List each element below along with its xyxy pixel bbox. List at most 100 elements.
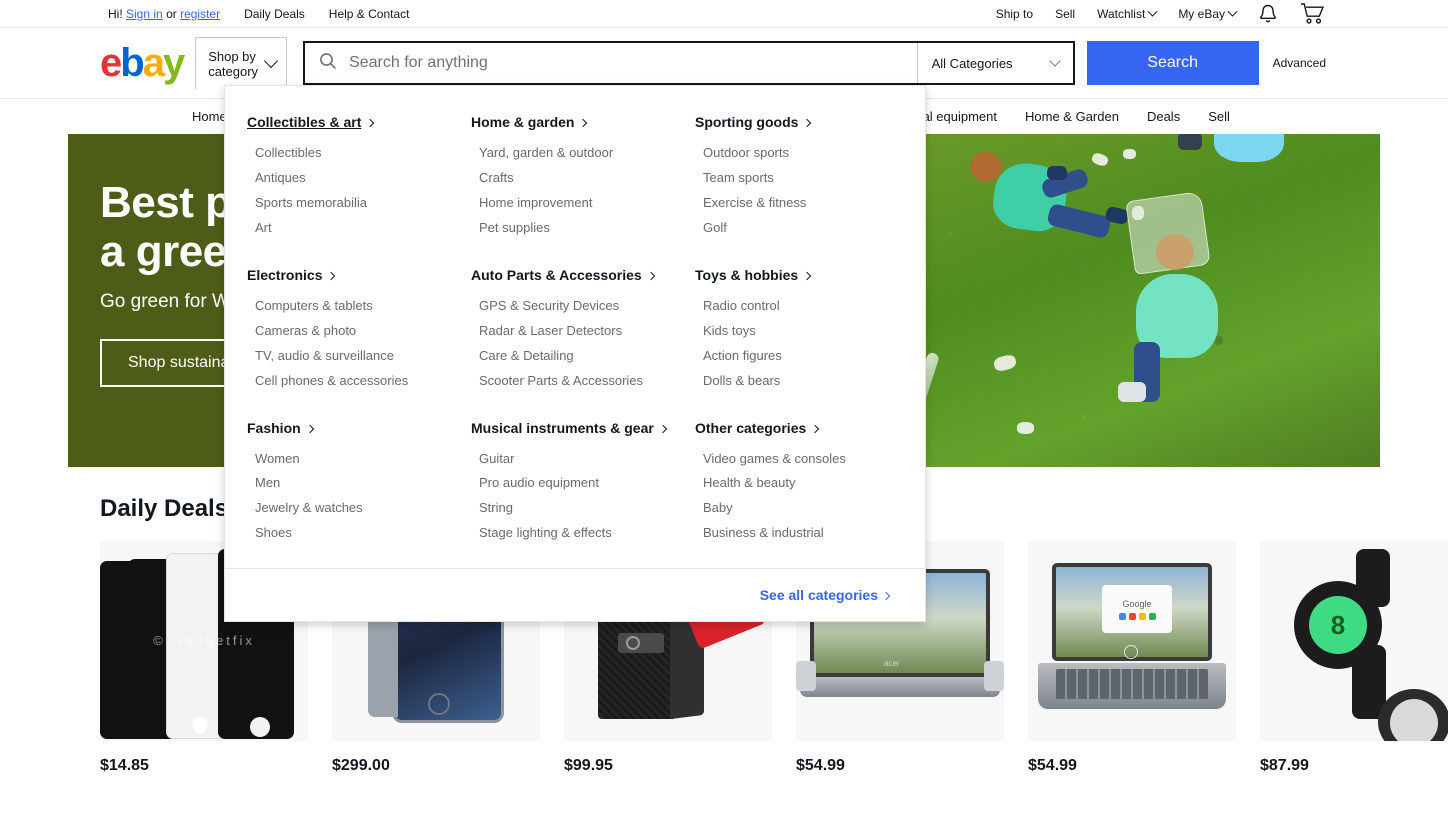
megamenu-item[interactable]: Antiques	[247, 166, 455, 191]
megamenu-item[interactable]: Computers & tablets	[247, 294, 455, 319]
megamenu-column: Musical instruments & gear Guitar Pro au…	[463, 420, 687, 547]
megamenu-item[interactable]: Yard, garden & outdoor	[471, 141, 679, 166]
google-wordmark: Google	[1122, 598, 1152, 609]
megamenu-heading-other-categories[interactable]: Other categories	[695, 420, 820, 436]
chevron-right-icon	[327, 271, 336, 280]
megamenu-item[interactable]: GPS & Security Devices	[471, 294, 679, 319]
megamenu-heading-toys-hobbies[interactable]: Toys & hobbies	[695, 266, 812, 283]
megamenu-column: Other categories Video games & consoles …	[687, 420, 911, 547]
megamenu-item[interactable]: Team sports	[695, 166, 903, 191]
megamenu-item[interactable]: Dolls & bears	[695, 369, 903, 394]
megamenu-item[interactable]: Cameras & photo	[247, 319, 455, 344]
megamenu-item[interactable]: Jewelry & watches	[247, 496, 455, 521]
megamenu-item[interactable]: Pet supplies	[471, 216, 679, 241]
shopping-cart-icon[interactable]	[1300, 2, 1326, 25]
register-link[interactable]: register	[180, 7, 220, 21]
megamenu-item[interactable]: Stage lighting & effects	[471, 521, 679, 546]
megamenu-item[interactable]: String	[471, 496, 679, 521]
megamenu-item[interactable]: Crafts	[471, 166, 679, 191]
megamenu-item[interactable]: Exercise & fitness	[695, 191, 903, 216]
megamenu-heading-home-garden[interactable]: Home & garden	[471, 114, 588, 130]
megamenu-item[interactable]: Shoes	[247, 521, 455, 546]
top-utility-bar: Hi! Sign in or register Daily Deals Help…	[0, 0, 1448, 28]
search-input[interactable]	[347, 53, 917, 73]
megamenu-column: Collectibles & art Collectibles Antiques…	[239, 114, 463, 241]
megamenu-item[interactable]: TV, audio & surveillance	[247, 344, 455, 369]
chevron-down-icon	[263, 53, 279, 69]
megamenu-column: Auto Parts & Accessories GPS & Security …	[463, 267, 687, 394]
sell-link[interactable]: Sell	[1055, 7, 1075, 21]
megamenu-heading-electronics[interactable]: Electronics	[247, 266, 336, 283]
heading-label: Auto Parts & Accessories	[471, 266, 642, 283]
search-field-wrapper[interactable]	[305, 43, 917, 83]
ship-to-link[interactable]: Ship to	[996, 7, 1033, 21]
deal-card[interactable]: Google $54.99	[1028, 541, 1236, 775]
megamenu-item[interactable]: Business & industrial	[695, 521, 903, 546]
megamenu-item[interactable]: Radar & Laser Detectors	[471, 319, 679, 344]
megamenu-item[interactable]: Art	[247, 216, 455, 241]
megamenu-item[interactable]: Golf	[695, 216, 903, 241]
product-image-hp-chromebook[interactable]: Google	[1028, 541, 1236, 741]
nav-item-home-garden[interactable]: Home & Garden	[1025, 109, 1119, 124]
chevron-right-icon	[802, 271, 812, 280]
deal-card[interactable]: 8 $87.99	[1260, 541, 1448, 775]
megamenu-footer: See all categories	[225, 568, 925, 621]
chevron-right-icon	[646, 271, 655, 280]
chevron-right-icon	[881, 592, 891, 601]
megamenu-item[interactable]: Women	[247, 447, 455, 472]
megamenu-column: Electronics Computers & tablets Cameras …	[239, 267, 463, 394]
deal-price: $87.99	[1260, 757, 1309, 774]
product-image-galaxy-watch[interactable]: 8	[1260, 541, 1448, 741]
megamenu-item[interactable]: Baby	[695, 496, 903, 521]
megamenu-item[interactable]: Kids toys	[695, 319, 903, 344]
topbar-right-group: Ship to Sell Watchlist My eBay	[996, 2, 1326, 25]
daily-deals-link[interactable]: Daily Deals	[244, 7, 305, 21]
megamenu-column: Fashion Women Men Jewelry & watches Shoe…	[239, 420, 463, 547]
megamenu-column: Sporting goods Outdoor sports Team sport…	[687, 114, 911, 241]
category-select-value: All Categories	[931, 55, 1013, 71]
search-button[interactable]: Search	[1086, 41, 1259, 85]
megamenu-heading-musical-instruments-gear[interactable]: Musical instruments & gear	[471, 420, 668, 436]
shop-by-category-button[interactable]: Shop by category	[195, 37, 288, 89]
megamenu-item[interactable]: Home improvement	[471, 191, 679, 216]
megamenu-item[interactable]: Radio control	[695, 294, 903, 319]
nav-item-deals[interactable]: Deals	[1147, 109, 1180, 124]
search-bar: All Categories	[303, 41, 1075, 85]
megamenu-item[interactable]: Health & beauty	[695, 471, 903, 496]
megamenu-item[interactable]: Guitar	[471, 447, 679, 472]
megamenu-item[interactable]: Pro audio equipment	[471, 471, 679, 496]
ebay-logo[interactable]: ebay	[100, 41, 185, 85]
heading-label: Toys & hobbies	[695, 266, 799, 283]
watchlist-menu[interactable]: Watchlist	[1097, 7, 1158, 21]
megamenu-item[interactable]: Video games & consoles	[695, 447, 903, 472]
megamenu-item[interactable]: Cell phones & accessories	[247, 369, 455, 394]
megamenu-item[interactable]: Collectibles	[247, 141, 455, 166]
heading-label: Electronics	[247, 266, 323, 283]
my-ebay-label: My eBay	[1178, 6, 1225, 21]
nav-item-sell[interactable]: Sell	[1208, 109, 1230, 124]
search-icon	[319, 52, 337, 75]
heading-label: Collectibles & art	[247, 114, 362, 130]
logo-letter-b: b	[120, 41, 144, 85]
litter-paper	[1017, 422, 1035, 434]
megamenu-heading-collectibles-art[interactable]: Collectibles & art	[247, 114, 375, 130]
megamenu-heading-auto-parts-accessories[interactable]: Auto Parts & Accessories	[471, 266, 655, 283]
megamenu-item[interactable]: Men	[247, 471, 455, 496]
megamenu-item[interactable]: Action figures	[695, 344, 903, 369]
sign-in-link[interactable]: Sign in	[126, 7, 163, 21]
megamenu-item[interactable]: Sports memorabilia	[247, 191, 455, 216]
advanced-search-link[interactable]: Advanced	[1273, 56, 1326, 70]
google-search-box: Google	[1102, 585, 1172, 633]
nav-item-home[interactable]: Home	[192, 109, 227, 124]
megamenu-heading-fashion[interactable]: Fashion	[247, 420, 314, 436]
help-contact-link[interactable]: Help & Contact	[329, 7, 410, 21]
notification-bell-icon[interactable]	[1258, 3, 1278, 25]
megamenu-item[interactable]: Scooter Parts & Accessories	[471, 369, 679, 394]
megamenu-item[interactable]: Care & Detailing	[471, 344, 679, 369]
see-all-categories-link[interactable]: See all categories	[760, 587, 891, 603]
my-ebay-menu[interactable]: My eBay	[1178, 6, 1238, 21]
megamenu-item[interactable]: Outdoor sports	[695, 141, 903, 166]
megamenu-heading-sporting-goods[interactable]: Sporting goods	[695, 114, 812, 130]
litter-paper	[992, 353, 1018, 373]
category-select[interactable]: All Categories	[916, 43, 1073, 83]
